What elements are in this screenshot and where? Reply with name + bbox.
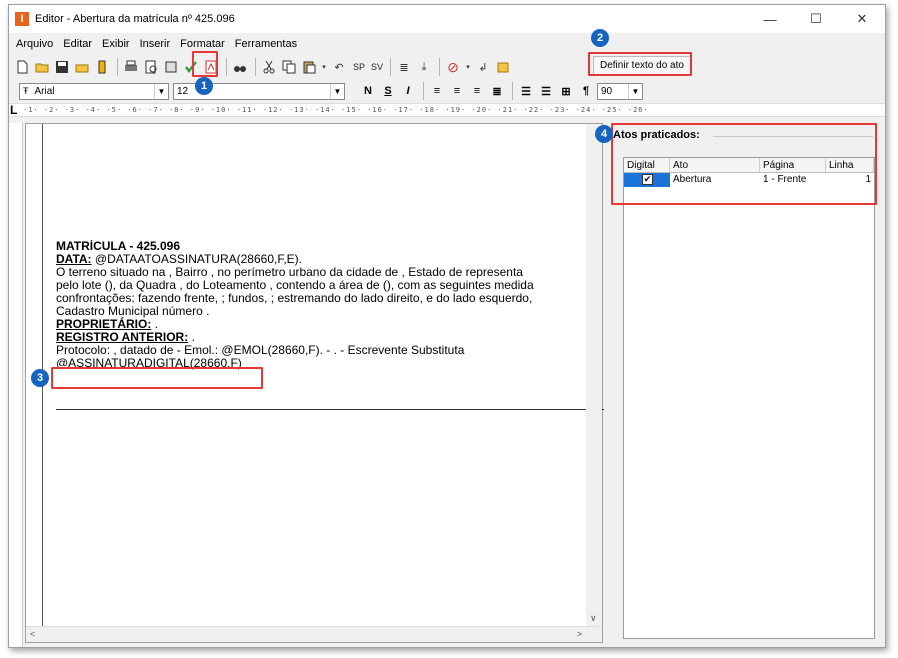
cancel-dropdown-icon[interactable]: ▾ bbox=[464, 58, 472, 76]
scroll-left-icon[interactable]: < bbox=[30, 629, 35, 639]
undo-icon[interactable]: ↶ bbox=[330, 58, 348, 76]
cancel-icon[interactable]: ⊘ bbox=[444, 58, 462, 76]
horizontal-scrollbar[interactable]: < > bbox=[26, 626, 602, 642]
bold-button[interactable]: N bbox=[359, 82, 377, 100]
print-preview-icon[interactable] bbox=[142, 58, 160, 76]
paragraph-icon[interactable]: ¶ bbox=[577, 82, 595, 100]
menu-arquivo[interactable]: Arquivo bbox=[11, 38, 58, 50]
copy-icon[interactable] bbox=[280, 58, 298, 76]
insert-below-icon[interactable]: ⤓ bbox=[415, 58, 433, 76]
menu-formatar[interactable]: Formatar bbox=[175, 38, 230, 50]
document-text[interactable]: MATRÍCULA - 425.096 DATA: @DATAATOASSINA… bbox=[56, 240, 616, 370]
align-left-icon[interactable]: ≡ bbox=[428, 82, 446, 100]
vertical-ruler bbox=[9, 123, 23, 647]
align-center-icon[interactable]: ≡ bbox=[448, 82, 466, 100]
paste-icon[interactable] bbox=[300, 58, 318, 76]
callout-box-signature bbox=[51, 367, 263, 389]
horizontal-ruler[interactable]: L ·1· ·2· ·3· ·4· ·5· ·6· ·7· ·8· ·9· ·1… bbox=[9, 103, 885, 117]
sp-button[interactable]: SP bbox=[353, 62, 365, 72]
font-type-icon: Ŧ bbox=[23, 86, 29, 96]
callout-badge-3: 3 bbox=[31, 369, 49, 387]
bookmark-icon[interactable] bbox=[93, 58, 111, 76]
callout-badge-4: 4 bbox=[595, 125, 613, 143]
new-file-icon[interactable] bbox=[13, 58, 31, 76]
zoom-select[interactable]: 90 ▼ bbox=[597, 82, 643, 100]
editor-window: I Editor - Abertura da matrícula nº 425.… bbox=[8, 4, 886, 648]
close-button[interactable]: ✕ bbox=[839, 5, 885, 33]
callout-box-panel bbox=[611, 123, 877, 205]
menu-editar[interactable]: Editar bbox=[58, 38, 97, 50]
format-toolbar: Ŧ Arial ▼ 12 ▼ N S I ≡ ≡ ≡ ≣ ☰ ☰ ⊞ ¶ 90 … bbox=[9, 80, 885, 102]
callout-badge-1: 1 bbox=[195, 77, 213, 95]
date-value: @DATAATOASSINATURA(28660,F,E). bbox=[91, 252, 303, 266]
menu-exibir[interactable]: Exibir bbox=[97, 38, 135, 50]
main-toolbar: ▾ ↶ SP SV ≣ ⤓ ⊘ ▾ ↲ bbox=[9, 55, 885, 79]
numbered-list-icon[interactable]: ☰ bbox=[517, 82, 535, 100]
callout-box-check bbox=[192, 51, 218, 77]
find-icon[interactable] bbox=[231, 58, 249, 76]
font-name-select[interactable]: Ŧ Arial ▼ bbox=[19, 82, 169, 100]
database-icon[interactable] bbox=[494, 58, 512, 76]
callout-box-define bbox=[588, 52, 692, 76]
tab-stop-selector[interactable]: L bbox=[10, 103, 17, 117]
menu-bar: Arquivo Editar Exibir Inserir Formatar F… bbox=[9, 35, 302, 53]
prev-value: . bbox=[188, 330, 195, 344]
print-icon[interactable] bbox=[122, 58, 140, 76]
cut-icon[interactable] bbox=[260, 58, 278, 76]
underline-button[interactable]: S bbox=[379, 82, 397, 100]
chevron-down-icon: ▼ bbox=[154, 83, 168, 99]
zoom-value: 90 bbox=[601, 85, 613, 97]
vertical-scrollbar[interactable]: ∨ bbox=[586, 124, 602, 626]
acts-grid[interactable]: Digital Ato Página Linha ✔ Abertura 1 - … bbox=[623, 157, 875, 639]
minimize-button[interactable]: — bbox=[747, 5, 793, 33]
date-label: DATA: bbox=[56, 252, 92, 266]
justify-icon[interactable]: ≣ bbox=[488, 82, 506, 100]
scroll-down-icon[interactable]: ∨ bbox=[590, 613, 597, 624]
open-folder-icon[interactable] bbox=[33, 58, 51, 76]
font-size-value: 12 bbox=[177, 85, 189, 97]
font-name-value: Arial bbox=[34, 85, 55, 97]
prev-label: REGISTRO ANTERIOR: bbox=[56, 330, 189, 344]
align-right-icon[interactable]: ≡ bbox=[468, 82, 486, 100]
maximize-button[interactable]: ☐ bbox=[793, 5, 839, 33]
insert-symbol-icon[interactable]: ↲ bbox=[474, 58, 492, 76]
open-dropdown-icon[interactable] bbox=[73, 58, 91, 76]
menu-ferramentas[interactable]: Ferramentas bbox=[230, 38, 302, 50]
title-bar: I Editor - Abertura da matrícula nº 425.… bbox=[9, 5, 885, 33]
window-title: Editor - Abertura da matrícula nº 425.09… bbox=[35, 13, 235, 25]
italic-button[interactable]: I bbox=[399, 82, 417, 100]
chevron-down-icon: ▼ bbox=[330, 83, 344, 99]
callout-badge-2: 2 bbox=[591, 29, 609, 47]
chevron-down-icon: ▼ bbox=[628, 83, 642, 99]
save-icon[interactable] bbox=[53, 58, 71, 76]
bullet-list-icon[interactable]: ☰ bbox=[537, 82, 555, 100]
menu-inserir[interactable]: Inserir bbox=[135, 38, 176, 50]
scroll-right-icon[interactable]: > bbox=[577, 629, 582, 639]
owner-value: . bbox=[151, 317, 159, 331]
settings-print-icon[interactable] bbox=[162, 58, 180, 76]
paste-dropdown-icon[interactable]: ▾ bbox=[320, 58, 328, 76]
table-icon[interactable]: ⊞ bbox=[557, 82, 575, 100]
document-divider bbox=[56, 409, 604, 410]
ruler-ticks: ·1· ·2· ·3· ·4· ·5· ·6· ·7· ·8· ·9· ·10·… bbox=[23, 106, 649, 114]
align-lines-icon[interactable]: ≣ bbox=[395, 58, 413, 76]
owner-label: PROPRIETÁRIO: bbox=[56, 317, 152, 331]
sv-button[interactable]: SV bbox=[371, 62, 383, 72]
app-icon: I bbox=[15, 12, 29, 26]
